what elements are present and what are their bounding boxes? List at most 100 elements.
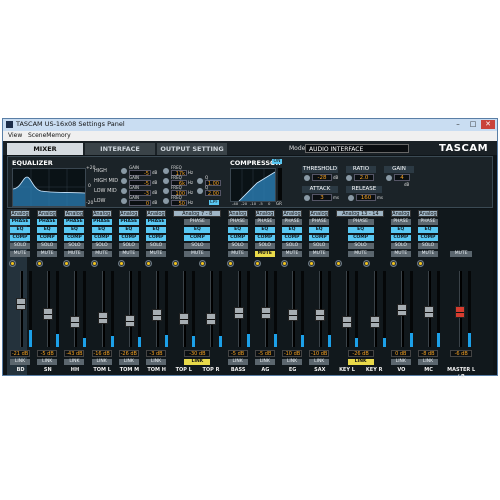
input-select[interactable]: Analog 16 [418,210,438,224]
channel-name[interactable]: EG [279,367,306,374]
eq-highmid-q-knob[interactable] [197,178,203,184]
eq-lowmid-q-value[interactable]: 2.00 [205,190,221,197]
input-select[interactable]: Analog 6 [146,210,166,224]
link-button[interactable]: LINK [146,359,166,365]
eq-highmid-gain-knob[interactable] [121,178,127,184]
input-select[interactable]: Analog 4 [91,210,112,224]
solo-button[interactable]: SOLO [118,243,139,249]
eq-button[interactable]: EQ [64,227,85,233]
channel-name[interactable]: AG [252,367,279,374]
solo-button[interactable]: SOLO [282,243,302,249]
solo-button[interactable]: SOLO [91,243,112,249]
solo-button[interactable]: SOLO [254,243,275,249]
channel-fader[interactable] [152,309,162,321]
phase-button[interactable]: PHASE [227,219,248,225]
eq-high-gain-knob[interactable] [121,168,127,174]
phase-button[interactable]: PHASE [146,219,166,225]
ratio-value[interactable]: 2.0 [354,174,374,181]
close-button[interactable]: ✕ [481,120,495,129]
comp-button[interactable]: COMP [146,235,166,241]
channel-name[interactable]: BASS [225,367,252,374]
solo-button[interactable]: SOLO [390,243,411,249]
link-button[interactable]: LINK [254,359,275,365]
link-button[interactable]: LINK [282,359,302,365]
eq-low-freq-value[interactable]: 50 [171,200,187,207]
channel-fader[interactable] [396,304,407,316]
input-select[interactable]: Analog 12 [309,210,330,224]
mute-button[interactable]: MUTE [91,251,112,257]
channel-name[interactable]: TOP L [170,367,197,374]
channel-name[interactable]: VO [388,367,415,374]
menu-view[interactable]: View [8,132,22,139]
threshold-value[interactable]: -28 [312,174,332,181]
channel-fader[interactable] [233,307,244,319]
eq-button[interactable]: EQ [37,227,58,233]
solo-button[interactable]: SOLO [227,243,248,249]
channel-fader[interactable] [70,316,81,328]
input-select[interactable]: Analog 5 [118,210,139,224]
comp-button[interactable]: COMP [418,235,438,241]
input-select[interactable]: Analog 11 [282,210,302,224]
channel-fader[interactable] [124,315,135,327]
comp-button[interactable]: COMP [10,235,30,241]
threshold-knob[interactable] [304,175,310,181]
release-value[interactable]: 160 [356,194,376,201]
channel-fader[interactable] [260,307,271,319]
solo-button[interactable]: SOLO [309,243,330,249]
input-select[interactable]: Analog 1 [10,210,30,224]
eq-low-gain-knob[interactable] [121,198,127,204]
mute-button[interactable]: MUTE [254,251,275,257]
channel-name[interactable]: KEY R [361,367,388,374]
channel-name[interactable]: TOP R [197,367,224,374]
mute-button[interactable]: MUTE [118,251,139,257]
channel-fader[interactable] [97,312,108,324]
release-knob[interactable] [348,195,354,201]
mute-button[interactable]: MUTE [390,251,411,257]
eq-button[interactable]: EQ [10,227,30,233]
phase-button[interactable]: PHASE [118,219,139,225]
solo-button[interactable]: SOLO [146,243,166,249]
channel-name[interactable]: MC [415,367,442,374]
link-button[interactable]: LINK [91,359,112,365]
channel-fader[interactable] [315,309,326,321]
comp-button[interactable]: COMP [227,235,248,241]
solo-button[interactable]: SOLO [64,243,85,249]
solo-button[interactable]: SOLO [37,243,58,249]
channel-name[interactable]: SAX [306,367,333,374]
comp-button[interactable]: COMP [254,235,275,241]
comp-button[interactable]: COMP [282,235,302,241]
mute-button[interactable]: MUTE [309,251,330,257]
link-button[interactable]: LINK [418,359,438,365]
eq-button[interactable]: EQ [227,227,248,233]
mute-button[interactable]: MUTE [10,251,30,257]
channel-name[interactable]: HH [61,367,88,374]
mute-button[interactable]: MUTE [37,251,58,257]
input-select[interactable]: Analog 3 [64,210,85,224]
eq-low-gain-value[interactable]: 0 [129,200,151,207]
comp-button[interactable]: COMP [37,235,58,241]
channel-fader[interactable] [206,313,217,325]
channel-fader[interactable] [369,316,380,328]
channel-fader[interactable] [179,313,190,325]
input-select[interactable]: Analog 9 [227,210,248,224]
eq-lowmid-freq-knob[interactable] [163,188,169,194]
phase-button[interactable]: PHASE [10,219,30,225]
channel-fader[interactable] [288,309,298,321]
link-button[interactable]: LINK [227,359,248,365]
tab-interface[interactable]: INTERFACE [85,143,155,155]
mode-select[interactable]: AUDIO INTERFACE [305,144,409,153]
eq-highmid-freq-knob[interactable] [163,178,169,184]
tab-output-setting[interactable]: OUTPUT SETTING [157,143,227,155]
eq-button[interactable]: EQ [254,227,275,233]
maximize-button[interactable]: □ [466,120,480,129]
comp-button[interactable]: COMP [64,235,85,241]
comp-on-badge[interactable]: ON [272,159,282,164]
comp-button[interactable]: COMP [118,235,139,241]
eq-button[interactable]: EQ [282,227,302,233]
channel-name[interactable]: TOM H [143,367,170,374]
phase-button[interactable]: PHASE [309,219,330,225]
link-button[interactable]: LINK [309,359,330,365]
eq-button[interactable]: EQ [118,227,139,233]
phase-button[interactable]: PHASE [254,219,275,225]
mute-button[interactable]: MUTE [227,251,248,257]
